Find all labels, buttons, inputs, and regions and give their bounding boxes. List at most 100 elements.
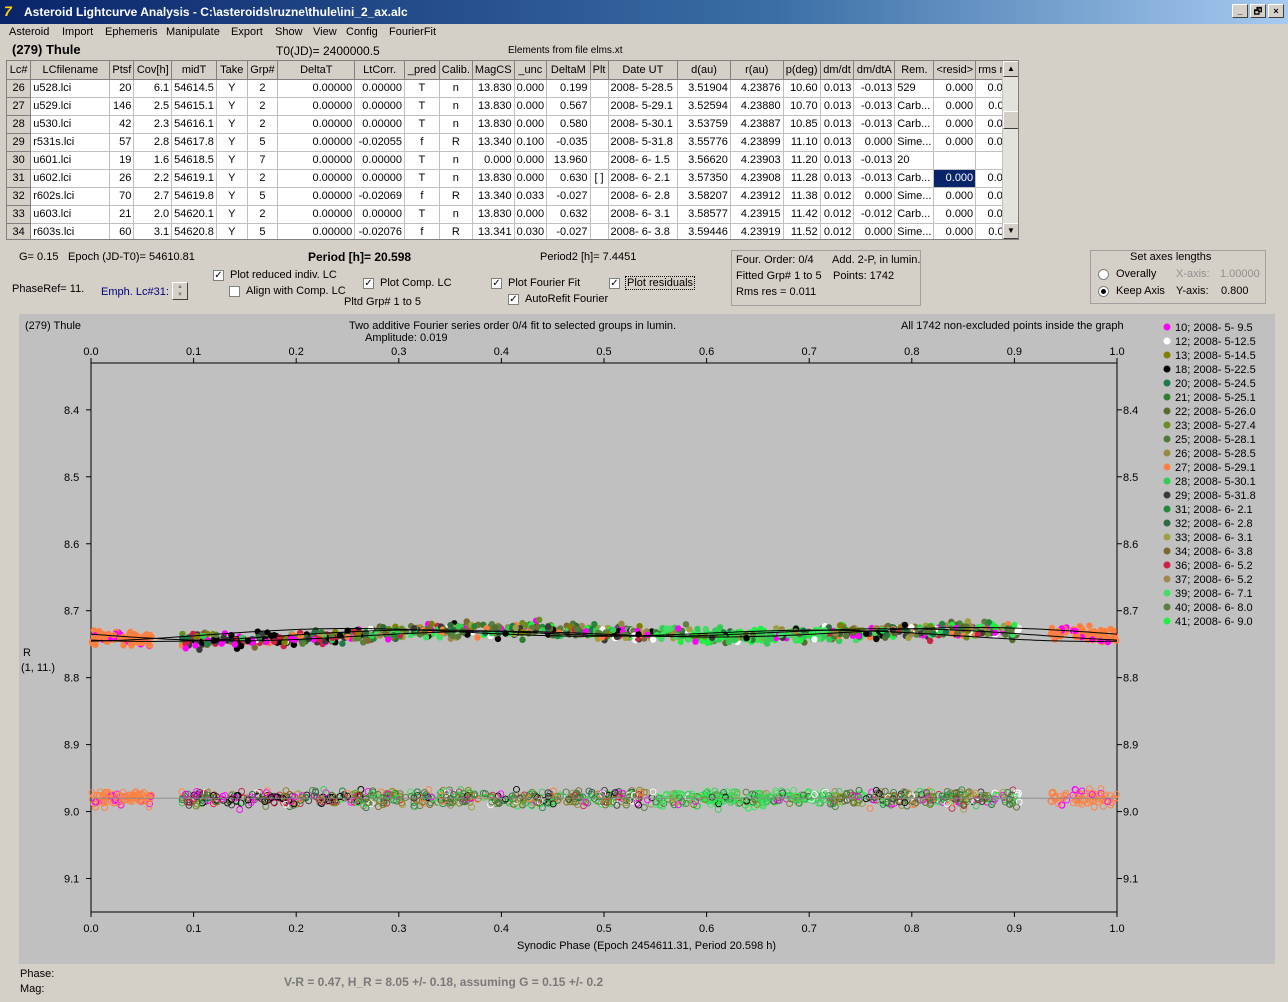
table-cell[interactable]: 26 [109, 169, 135, 188]
table-cell[interactable]: 3.51904 [677, 79, 731, 98]
table-cell[interactable]: T [404, 169, 440, 188]
table-cell[interactable]: 11.10 [783, 133, 821, 152]
table-cell[interactable]: 0.00000 [354, 205, 406, 224]
column-header[interactable]: p(deg) [783, 61, 821, 80]
table-cell[interactable]: 3.1 [133, 223, 173, 239]
table-cell[interactable]: R [439, 187, 473, 206]
table-cell[interactable]: 0.000 [933, 133, 977, 152]
table-cell[interactable]: 2008- 5-28.5 [608, 79, 679, 98]
table-cell[interactable]: 54620.8 [171, 223, 217, 239]
table-cell[interactable]: 146 [109, 97, 135, 116]
table-cell[interactable]: 4.23908 [730, 169, 784, 188]
table-cell[interactable]: 0.013 [820, 151, 855, 170]
table-cell[interactable]: 10.70 [783, 97, 821, 116]
column-header[interactable]: Rem. [894, 61, 935, 80]
column-header[interactable]: dm/dtA [853, 61, 896, 80]
row-header[interactable]: 34 [7, 223, 32, 239]
table-cell[interactable]: 0.000 [853, 223, 896, 239]
table-cell[interactable]: u530.lci [30, 115, 111, 134]
table-cell[interactable]: -0.027 [546, 187, 591, 206]
table-cell[interactable]: n [439, 151, 473, 170]
table-cell[interactable]: Sime... [894, 133, 935, 152]
table-cell[interactable]: 0.000 [933, 169, 977, 188]
row-header[interactable]: 32 [7, 187, 32, 206]
table-cell[interactable]: Y [216, 205, 248, 224]
table-cell[interactable]: 0.00000 [277, 133, 356, 152]
table-cell[interactable]: -0.012 [853, 205, 896, 224]
table-cell[interactable]: 54619.1 [171, 169, 217, 188]
table-cell[interactable]: 2.5 [133, 97, 173, 116]
menu-export[interactable]: Export [231, 26, 263, 38]
table-cell[interactable]: 4.23899 [730, 133, 784, 152]
column-header[interactable]: MagCS [472, 61, 515, 80]
table-cell[interactable]: 2008- 6- 3.1 [608, 205, 679, 224]
table-cell[interactable]: 0.000 [933, 223, 977, 239]
keep-axis-radio[interactable] [1098, 286, 1109, 297]
table-cell[interactable]: T [404, 79, 440, 98]
table-cell[interactable]: 0.632 [546, 205, 591, 224]
table-cell[interactable] [590, 97, 609, 116]
table-row[interactable]: 29 r531s.lci 57 2.8 54617.8 Y 5 0.00000 -0.02055… [7, 133, 1018, 152]
table-cell[interactable]: 4.23915 [730, 205, 784, 224]
column-header[interactable]: Take [216, 61, 248, 80]
table-cell[interactable]: 0.000 [933, 97, 977, 116]
table-cell[interactable]: R [439, 223, 473, 239]
column-header[interactable]: d(au) [677, 61, 731, 80]
table-cell[interactable]: 3.58207 [677, 187, 731, 206]
table-cell[interactable] [590, 187, 609, 206]
table-cell[interactable]: 0.000 [933, 115, 977, 134]
align-checkbox[interactable] [229, 286, 240, 297]
emph-spinner[interactable]: ▲ ▼ [172, 282, 188, 300]
column-header[interactable]: r(au) [730, 61, 784, 80]
menu-fourierfit[interactable]: FourierFit [389, 26, 436, 38]
table-cell[interactable]: 2.2 [133, 169, 173, 188]
table-cell[interactable]: 0.000 [933, 187, 977, 206]
table-cell[interactable]: Carb... [894, 97, 935, 116]
table-cell[interactable]: 13.960 [546, 151, 591, 170]
table-cell[interactable]: 0.000 [514, 79, 548, 98]
table-cell[interactable]: 0.033 [514, 187, 548, 206]
table-cell[interactable]: 13.341 [472, 223, 515, 239]
table-cell[interactable]: 0.000 [853, 133, 896, 152]
table-row[interactable]: 27 u529.lci 146 2.5 54615.1 Y 2 0.00000 0.00000 T… [7, 97, 1018, 116]
table-cell[interactable]: Carb... [894, 115, 935, 134]
table-cell[interactable]: Y [216, 97, 248, 116]
table-cell[interactable]: 0.00000 [354, 151, 406, 170]
column-header[interactable]: dm/dt [820, 61, 855, 80]
row-header[interactable]: 26 [7, 79, 32, 98]
table-cell[interactable]: 2 [247, 97, 279, 116]
table-cell[interactable]: u528.lci [30, 79, 111, 98]
table-row[interactable]: 34 r603s.lci 60 3.1 54620.8 Y 5 0.00000 -0.02076… [7, 223, 1018, 239]
table-cell[interactable]: -0.02055 [354, 133, 406, 152]
table-cell[interactable]: 4.23880 [730, 97, 784, 116]
column-header[interactable]: Date UT [608, 61, 679, 80]
table-cell[interactable]: 0.00000 [277, 223, 356, 239]
menu-show[interactable]: Show [275, 26, 303, 38]
table-cell[interactable]: 2.3 [133, 115, 173, 134]
table-cell[interactable]: r531s.lci [30, 133, 111, 152]
table-cell[interactable]: 3.53759 [677, 115, 731, 134]
table-cell[interactable]: Carb... [894, 205, 935, 224]
row-header[interactable]: 31 [7, 169, 32, 188]
yaxis-value[interactable]: 0.800 [1221, 285, 1249, 297]
table-cell[interactable]: 2 [247, 115, 279, 134]
row-header[interactable]: 33 [7, 205, 32, 224]
plot-fourier-checkbox[interactable]: ✓ [491, 278, 502, 289]
lightcurve-chart[interactable]: (279) Thule Two additive Fourier series … [19, 314, 1275, 964]
table-cell[interactable]: T [404, 115, 440, 134]
column-header[interactable]: Plt [590, 61, 609, 80]
menu-asteroid[interactable]: Asteroid [9, 26, 49, 38]
table-cell[interactable]: 57 [109, 133, 135, 152]
table-cell[interactable]: 2008- 5-31.8 [608, 133, 679, 152]
xaxis-value[interactable]: 1.00000 [1220, 268, 1260, 280]
table-cell[interactable]: 54620.1 [171, 205, 217, 224]
table-cell[interactable]: 0.000 [514, 169, 548, 188]
table-cell[interactable]: 3.58577 [677, 205, 731, 224]
table-cell[interactable]: 0.000 [514, 97, 548, 116]
table-cell[interactable]: 42 [109, 115, 135, 134]
table-cell[interactable]: 0.00000 [354, 115, 406, 134]
table-cell[interactable]: 0.00000 [277, 187, 356, 206]
table-cell[interactable]: 11.42 [783, 205, 821, 224]
column-header[interactable]: DeltaM [546, 61, 591, 80]
table-cell[interactable]: 0.199 [546, 79, 591, 98]
